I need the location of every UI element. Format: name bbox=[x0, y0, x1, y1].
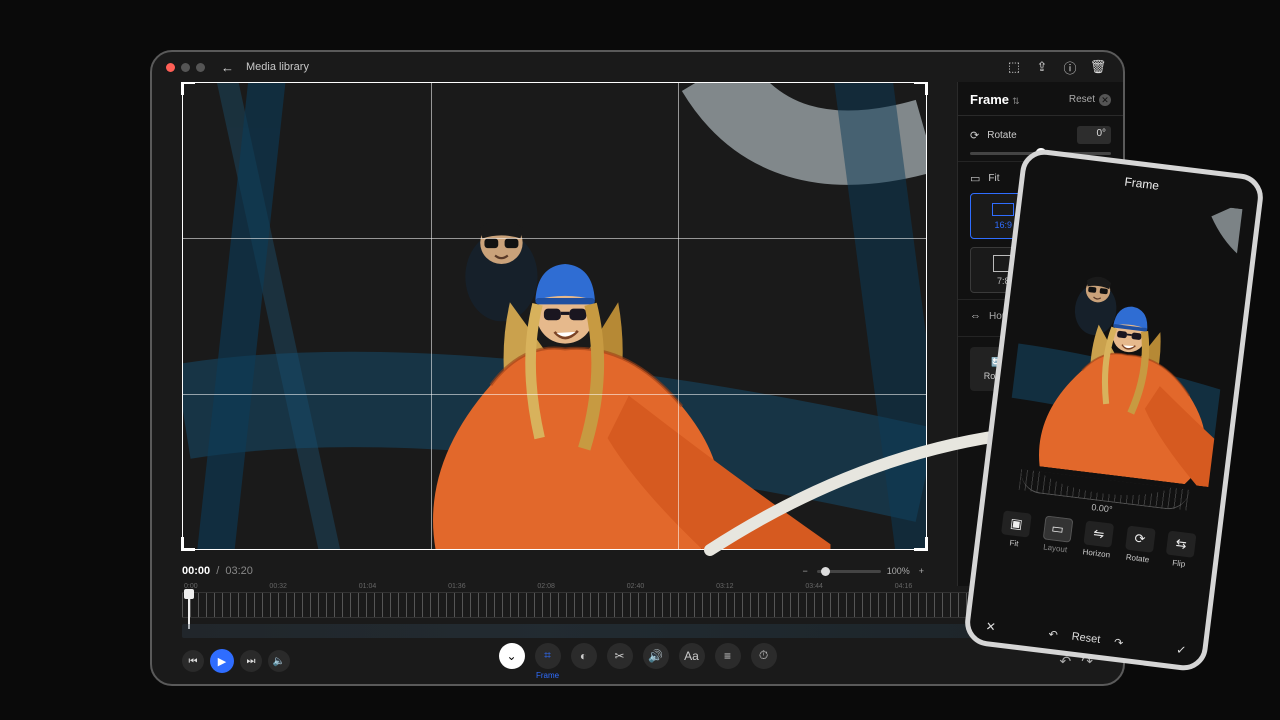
phone-redo-button[interactable]: ↷ bbox=[1113, 635, 1124, 649]
download-icon[interactable]: ⬚ bbox=[1003, 56, 1025, 78]
back-button[interactable]: ← bbox=[221, 60, 234, 75]
crop-tool-button[interactable]: ✂ bbox=[607, 643, 633, 669]
zoom-slider[interactable] bbox=[817, 570, 881, 573]
sort-icon[interactable]: ⇅ bbox=[1012, 96, 1020, 106]
clip-strip[interactable] bbox=[182, 624, 1093, 638]
window-close-icon[interactable] bbox=[166, 63, 175, 72]
playhead[interactable] bbox=[184, 589, 194, 629]
crop-handle-top-right[interactable] bbox=[914, 82, 928, 95]
timeline-mark: 01:36 bbox=[448, 583, 466, 590]
crop-handle-bottom-right[interactable] bbox=[914, 537, 928, 551]
rotate-icon: ⟳ bbox=[970, 129, 979, 142]
horizon-icon: ⇔ bbox=[970, 310, 981, 322]
close-icon[interactable]: ✕ bbox=[1099, 94, 1111, 106]
timeline-mark: 01:04 bbox=[359, 583, 377, 590]
flip-icon: ⇆ bbox=[1166, 531, 1197, 558]
window-minimize-icon[interactable] bbox=[181, 63, 190, 72]
phone-flip-tool[interactable]: ⇆ Flip bbox=[1158, 530, 1202, 571]
text-tool-button[interactable]: Aa bbox=[679, 643, 705, 669]
frame-tool-label: Frame bbox=[536, 671, 559, 680]
time-current: 00:00 bbox=[182, 565, 210, 577]
trash-icon[interactable]: 🗑 bbox=[1087, 56, 1109, 78]
info-icon[interactable]: ⓘ bbox=[1059, 56, 1081, 78]
phone-fit-tool[interactable]: ▣ Fit bbox=[994, 510, 1038, 551]
rotate-icon: ⟳ bbox=[1125, 526, 1156, 553]
share-icon[interactable]: ⇪ bbox=[1031, 56, 1053, 78]
reset-button[interactable]: Reset ✕ bbox=[1069, 94, 1111, 106]
timeline-mark: 03:12 bbox=[716, 583, 734, 590]
rotate-label: Rotate bbox=[987, 130, 1069, 141]
frame-tool-button[interactable]: ⌗ bbox=[535, 643, 561, 669]
reset-label: Reset bbox=[1069, 94, 1095, 105]
fit-icon: ▭ bbox=[970, 172, 980, 185]
zoom-out-button[interactable]: − bbox=[799, 566, 810, 576]
fit-icon: ▣ bbox=[1001, 510, 1032, 537]
phone-preview-canvas[interactable] bbox=[1004, 184, 1243, 487]
timeline-mark: 04:16 bbox=[895, 583, 913, 590]
transport-bar: 00:00 / 03:20 − 100% + bbox=[182, 560, 927, 582]
audio-tool-button[interactable]: 🔊 bbox=[643, 643, 669, 669]
phone-layout-tool[interactable]: ▭ Layout bbox=[1035, 515, 1079, 556]
window-zoom-icon[interactable] bbox=[196, 63, 205, 72]
preview-image bbox=[183, 83, 926, 549]
timeline-mark: 02:40 bbox=[627, 583, 645, 590]
time-duration: 03:20 bbox=[225, 565, 253, 577]
window-titlebar: ← Media library ⬚ ⇪ ⓘ 🗑 bbox=[152, 52, 1123, 82]
timeline-labels: 0:0000:3201:0401:3602:0802:4003:1203:440… bbox=[182, 583, 1093, 590]
phone-close-button[interactable]: ✕ bbox=[985, 619, 997, 634]
phone-reset-button[interactable]: Reset bbox=[1071, 631, 1101, 646]
tool-palette: ⌄ ⌗ Frame ◐ ✂ 🔊 Aa ≡ ⏱ bbox=[499, 643, 777, 680]
zoom-in-button[interactable]: + bbox=[916, 566, 927, 576]
layout-icon: ▭ bbox=[1042, 515, 1073, 542]
phone-rotate-tool[interactable]: ⟳ Rotate bbox=[1117, 525, 1161, 566]
bottom-toolbar: ⏮ ▶ ⏭ 🔈 ⌄ ⌗ Frame ◐ ✂ 🔊 Aa ≡ ⏱ ↶ ↷ bbox=[152, 638, 1123, 684]
rotate-value[interactable]: 0° bbox=[1077, 126, 1111, 144]
timeline-mark: 00:32 bbox=[269, 583, 287, 590]
adjust-tool-button[interactable]: ≡ bbox=[715, 643, 741, 669]
play-button[interactable]: ▶ bbox=[210, 649, 234, 673]
prev-button[interactable]: ⏮ bbox=[182, 650, 204, 672]
zoom-control: − 100% + bbox=[799, 566, 927, 576]
crop-handle-bottom-left[interactable] bbox=[181, 537, 195, 551]
timeline-ruler[interactable]: 0:0000:3201:0401:3602:0802:4003:1203:440… bbox=[182, 592, 1093, 618]
time-display: 00:00 / 03:20 bbox=[182, 565, 253, 577]
speed-tool-button[interactable]: ⏱ bbox=[751, 643, 777, 669]
next-button[interactable]: ⏭ bbox=[240, 650, 262, 672]
crop-handle-top-left[interactable] bbox=[181, 82, 195, 95]
window-title: Media library bbox=[246, 61, 309, 73]
lens-tool-button[interactable]: ◐ bbox=[571, 643, 597, 669]
timeline-mark: 03:44 bbox=[805, 583, 823, 590]
volume-button[interactable]: 🔈 bbox=[268, 650, 290, 672]
phone-confirm-button[interactable]: ✓ bbox=[1175, 642, 1187, 657]
tools-chevron-icon[interactable]: ⌄ bbox=[499, 643, 525, 669]
sidebar-title: Frame bbox=[970, 92, 1009, 107]
zoom-value: 100% bbox=[887, 566, 910, 576]
preview-canvas[interactable] bbox=[182, 82, 927, 550]
phone-undo-button[interactable]: ↶ bbox=[1048, 627, 1059, 641]
horizon-icon: ⇋ bbox=[1083, 520, 1114, 547]
phone-horizon-tool[interactable]: ⇋ Horizon bbox=[1076, 520, 1120, 561]
timeline-mark: 02:08 bbox=[537, 583, 555, 590]
